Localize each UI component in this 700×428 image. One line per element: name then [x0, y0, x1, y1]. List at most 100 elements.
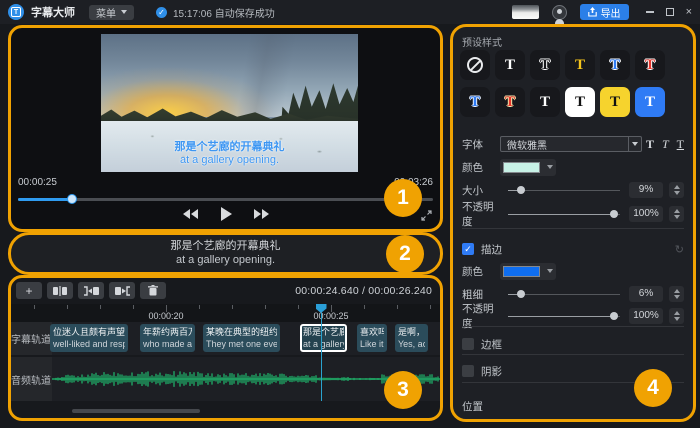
- video-player-panel: 那是个艺廊的开幕典礼 at a gallery opening. 00:00:2…: [10, 27, 441, 230]
- app-title: 字幕大师: [31, 4, 75, 20]
- chevron-down-icon: [121, 10, 127, 14]
- autosave-text: 15:17:06 自动保存成功: [173, 5, 275, 20]
- subtitle-clip-selected[interactable]: 那是个艺廊的at a gallery o: [300, 324, 347, 352]
- italic-icon[interactable]: T: [662, 138, 669, 150]
- trash-icon: [148, 285, 158, 296]
- border-label: 边框: [481, 337, 502, 352]
- subtitle-clip[interactable]: 年薪约两百万who made ab: [140, 324, 195, 352]
- export-button[interactable]: 导出: [580, 4, 629, 20]
- audio-waveform: [52, 357, 441, 401]
- fullscreen-button[interactable]: [421, 210, 432, 221]
- add-subtitle-button[interactable]: +: [16, 282, 42, 299]
- timeline-timecode: 00:00:24.640 / 00:00:26.240: [295, 285, 432, 297]
- merge-next-button[interactable]: [109, 282, 135, 299]
- opacity-label: 不透明度: [462, 199, 500, 229]
- current-time: 00:00:25: [18, 177, 57, 188]
- stroke-weight-slider[interactable]: [508, 289, 620, 299]
- opacity-slider[interactable]: [508, 209, 620, 219]
- user-avatar[interactable]: [552, 5, 567, 20]
- reset-icon[interactable]: ↻: [675, 243, 684, 256]
- subtitle-editor-en: at a gallery opening.: [10, 253, 441, 267]
- preset-style-tile[interactable]: T: [635, 50, 665, 80]
- video-subtitle-zh: 那是个艺廊的开幕典礼: [101, 141, 358, 154]
- size-value[interactable]: 9%: [629, 182, 663, 198]
- size-stepper[interactable]: [669, 182, 684, 198]
- stroke-opacity-stepper[interactable]: [669, 308, 684, 324]
- stroke-color-picker[interactable]: [500, 263, 556, 280]
- minimize-button[interactable]: [646, 11, 654, 13]
- preset-style-tile[interactable]: T: [600, 87, 630, 117]
- dropdown-arrow-icon: [628, 137, 641, 151]
- opacity-value[interactable]: 100%: [629, 206, 663, 222]
- preset-style-tile[interactable]: T: [460, 87, 490, 117]
- menu-button[interactable]: 菜单: [89, 5, 134, 20]
- preset-style-tile[interactable]: T: [565, 50, 595, 80]
- stroke-color-label: 颜色: [462, 264, 500, 279]
- subtitle-clip[interactable]: 是啊，我Yes, actu: [395, 324, 428, 352]
- shadow-checkbox[interactable]: [462, 365, 474, 377]
- stroke-weight-stepper[interactable]: [669, 286, 684, 302]
- font-color-swatch: [503, 162, 540, 173]
- timeline-ruler[interactable]: 00:00:20 00:00:25: [10, 304, 441, 322]
- subtitle-track: 字幕轨道 位迷人且颇有声望的well-liked and respe 年薪约两百万…: [10, 322, 441, 355]
- stroke-weight-value[interactable]: 6%: [629, 286, 663, 302]
- font-dropdown[interactable]: 微软雅黑: [500, 136, 642, 152]
- play-button[interactable]: [220, 207, 232, 221]
- chevron-down-icon: [547, 269, 553, 273]
- font-label: 字体: [462, 137, 500, 152]
- subtitle-track-label: 字幕轨道: [10, 322, 52, 355]
- close-button[interactable]: ×: [686, 7, 692, 18]
- preset-style-tile[interactable]: T: [530, 87, 560, 117]
- fast-forward-button[interactable]: [254, 208, 270, 220]
- timeline-scrollbar[interactable]: [72, 409, 200, 413]
- audio-track[interactable]: 音频轨道: [10, 357, 441, 401]
- preset-grid: TTTTTTTTTTT: [460, 50, 665, 117]
- border-checkbox[interactable]: [462, 338, 474, 350]
- preset-style-tile[interactable]: T: [565, 87, 595, 117]
- seek-handle[interactable]: [67, 194, 77, 204]
- underline-icon[interactable]: T: [677, 138, 684, 150]
- merge-previous-button[interactable]: [78, 282, 104, 299]
- check-circle-icon: ✓: [156, 7, 167, 18]
- maximize-button[interactable]: [666, 8, 674, 16]
- rewind-button[interactable]: [182, 208, 198, 220]
- preset-style-tile[interactable]: T: [635, 87, 665, 117]
- chevron-down-icon: [547, 165, 553, 169]
- size-slider[interactable]: [508, 185, 620, 195]
- autosave-status: ✓ 15:17:06 自动保存成功: [156, 5, 275, 20]
- export-button-label: 导出: [601, 5, 621, 20]
- preset-style-tile[interactable]: T: [530, 50, 560, 80]
- top-bar: T 字幕大师 菜单 ✓ 15:17:06 自动保存成功 导出 ×: [0, 0, 700, 24]
- position-label: 位置: [462, 399, 483, 414]
- preset-style-tile[interactable]: T: [600, 50, 630, 80]
- merge-right-icon: [115, 286, 130, 296]
- preset-style-tile[interactable]: T: [495, 50, 525, 80]
- opacity-stepper[interactable]: [669, 206, 684, 222]
- stroke-opacity-slider[interactable]: [508, 311, 620, 321]
- stroke-checkbox[interactable]: ✓: [462, 243, 474, 255]
- seek-bar[interactable]: [18, 194, 433, 204]
- subtitle-editor-box[interactable]: 那是个艺廊的开幕典礼 at a gallery opening.: [10, 234, 441, 273]
- video-preview[interactable]: 那是个艺廊的开幕典礼 at a gallery opening.: [101, 34, 358, 172]
- subtitle-clip[interactable]: 位迷人且颇有声望的well-liked and respe: [50, 324, 128, 352]
- ruler-time-label: 00:00:25: [313, 311, 348, 321]
- ruler-time-label: 00:00:20: [148, 311, 183, 321]
- video-thumbnail[interactable]: [512, 5, 539, 19]
- total-duration: 00:03:26: [394, 177, 433, 188]
- font-dropdown-value: 微软雅黑: [507, 137, 547, 152]
- bold-icon[interactable]: T: [646, 138, 654, 150]
- font-color-picker[interactable]: [500, 159, 556, 176]
- playhead-line: [321, 313, 323, 401]
- stroke-opacity-value[interactable]: 100%: [629, 308, 663, 324]
- split-clip-button[interactable]: [47, 282, 73, 299]
- delete-clip-button[interactable]: [140, 282, 166, 299]
- preset-style-tile[interactable]: T: [495, 87, 525, 117]
- subtitle-clip[interactable]: 喜欢吗Like it: [357, 324, 387, 352]
- video-subtitle-en: at a gallery opening.: [101, 154, 358, 167]
- subtitle-editor-zh: 那是个艺廊的开幕典礼: [10, 239, 441, 253]
- preset-none-tile[interactable]: [460, 50, 490, 80]
- merge-left-icon: [84, 286, 99, 296]
- subtitle-clip[interactable]: 某晚在典型的纽约社交聚They met one evening: [203, 324, 280, 352]
- font-color-label: 颜色: [462, 160, 500, 175]
- stroke-color-swatch: [503, 266, 540, 277]
